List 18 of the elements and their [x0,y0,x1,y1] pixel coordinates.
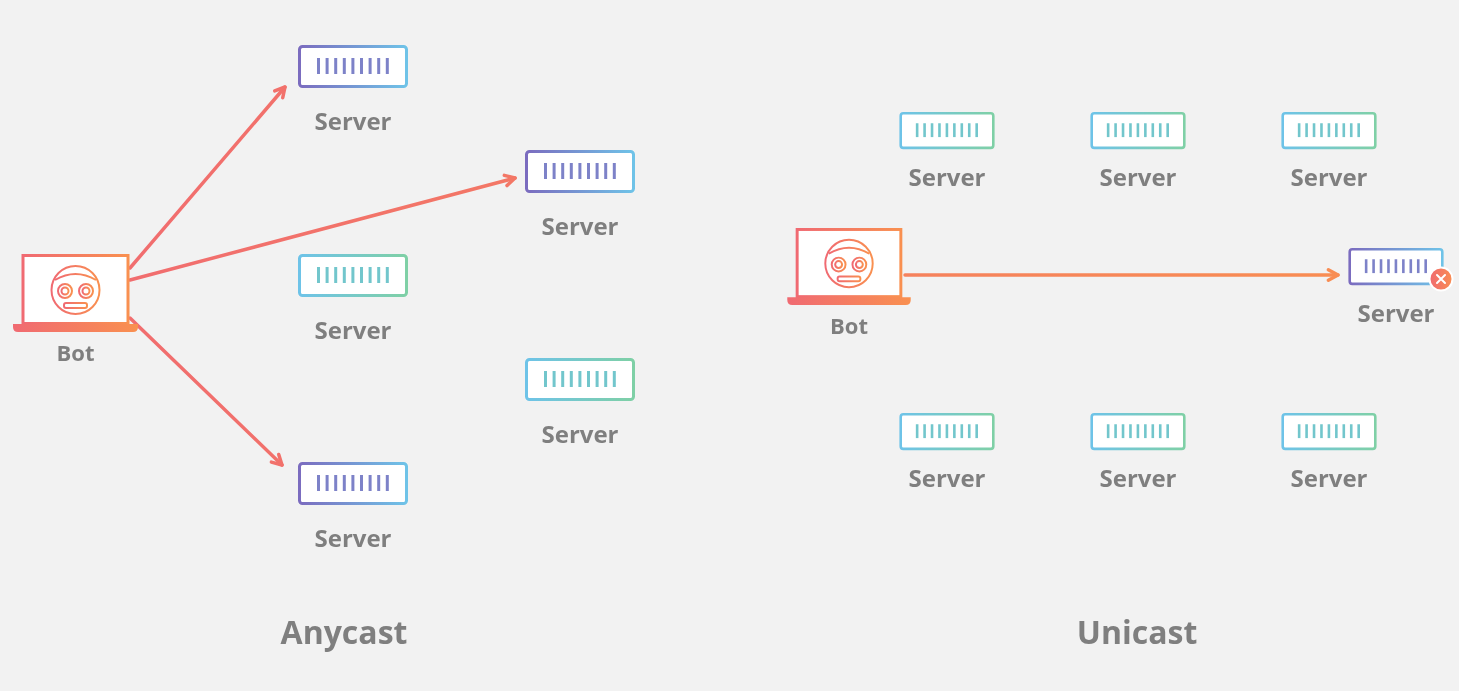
diagram-title: Anycast [280,610,408,653]
diagram-title: Unicast [1076,610,1198,653]
bot-label: Bot [830,313,868,339]
server-label: Server [908,464,986,492]
server-label: Server [541,420,619,448]
bot-label: Bot [56,340,95,366]
server-label: Server [314,107,392,135]
laptop-robot-icon [13,254,138,334]
server-label: Server [1357,299,1435,327]
laptop-robot-icon [787,228,911,307]
server-label: Server [908,163,986,191]
server-label: Server [541,212,619,240]
server-label: Server [314,316,392,344]
server-label: Server [1290,464,1368,492]
server-label: Server [314,524,392,552]
server-label: Server [1099,464,1177,492]
server-label: Server [1290,163,1368,191]
server-label: Server [1099,163,1177,191]
